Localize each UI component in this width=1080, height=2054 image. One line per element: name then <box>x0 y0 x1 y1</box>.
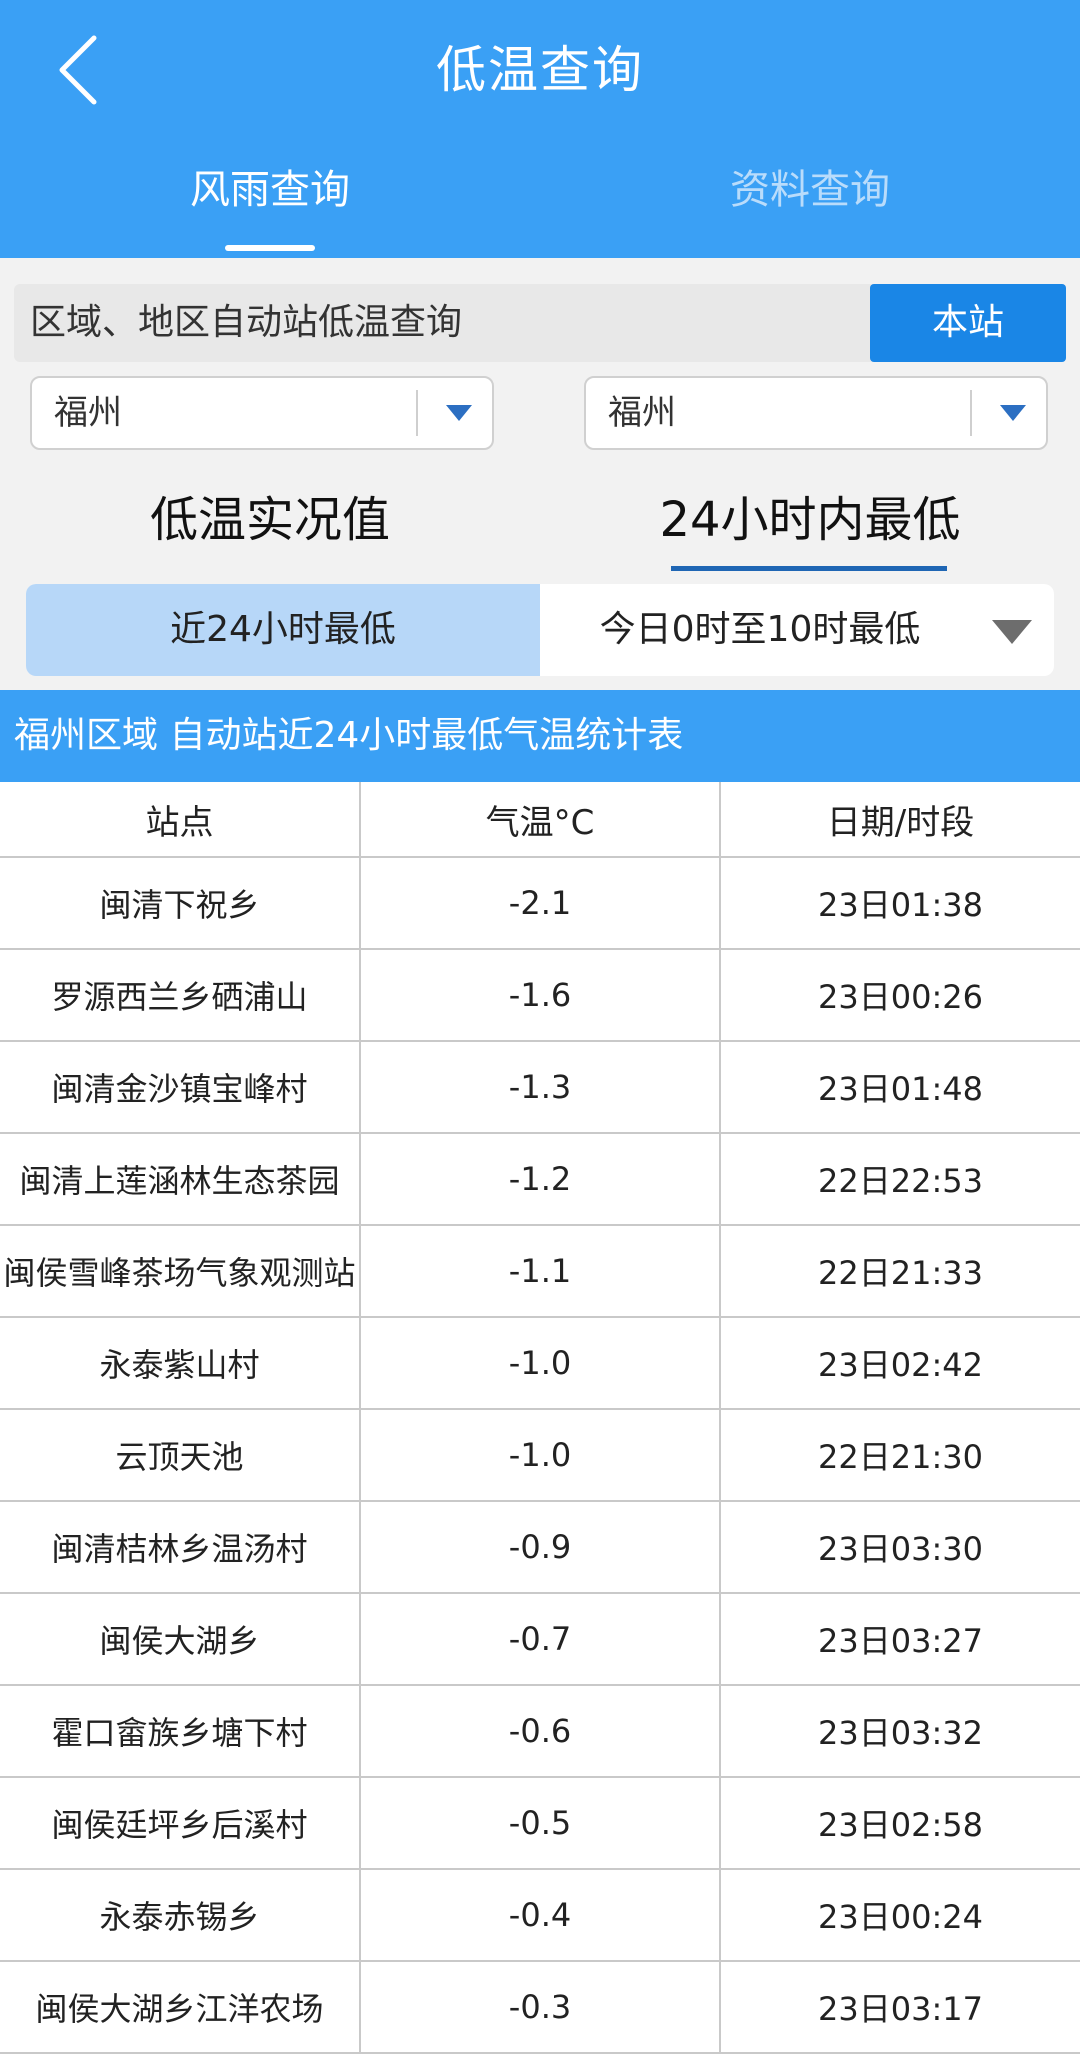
table-row[interactable]: 闽清下祝乡 -2.1 23日01:38 <box>0 858 1080 950</box>
temperature-cell: -0.4 <box>361 1870 721 1960</box>
datetime-cell: 23日03:27 <box>818 1622 983 1660</box>
select-divider <box>970 390 972 436</box>
table-row[interactable]: 霍口畲族乡塘下村 -0.6 23日03:32 <box>0 1686 1080 1778</box>
range-option-today[interactable]: 今日0时至10时最低 <box>540 584 980 676</box>
temperature-cell: -2.1 <box>361 858 721 948</box>
active-mode-indicator <box>671 566 947 571</box>
header-station: 站点 <box>0 782 361 856</box>
temperature-table: 站点 气温°C 日期/时段 闽清下祝乡 -2.1 23日01:38 罗源西兰乡硒浦山 -… <box>0 782 1080 2054</box>
app-header: 低温查询 风雨查询 资料查询 <box>0 0 1080 258</box>
station-cell: 云顶天池 <box>0 1410 361 1500</box>
station-cell: 闽侯大湖乡江洋农场 <box>0 1962 361 2052</box>
region-select-value: 福州 <box>54 393 122 433</box>
table-row[interactable]: 罗源西兰乡硒浦山 -1.6 23日00:26 <box>0 950 1080 1042</box>
datetime-cell: 23日00:24 <box>818 1898 983 1936</box>
table-row[interactable]: 云顶天池 -1.0 22日21:30 <box>0 1410 1080 1502</box>
mode-tab-24h-low[interactable]: 24小时内最低 <box>540 480 1080 560</box>
range-selector: 近24小时最低 今日0时至10时最低 <box>26 584 1054 676</box>
range-option-24h[interactable]: 近24小时最低 <box>26 584 540 676</box>
datetime-cell: 23日03:17 <box>818 1990 983 2028</box>
datetime-cell: 22日22:53 <box>818 1162 983 1200</box>
page-title: 低温查询 <box>436 41 644 99</box>
temperature-cell: -1.6 <box>361 950 721 1040</box>
station-cell: 霍口畲族乡塘下村 <box>0 1686 361 1776</box>
table-row[interactable]: 永泰赤锡乡 -0.4 23日00:24 <box>0 1870 1080 1962</box>
datetime-cell: 23日00:26 <box>818 978 983 1016</box>
temperature-cell: -1.3 <box>361 1042 721 1132</box>
area-select[interactable]: 福州 <box>584 376 1048 450</box>
station-cell: 永泰赤锡乡 <box>0 1870 361 1960</box>
tab-data-query[interactable]: 资料查询 <box>540 160 1080 220</box>
datetime-cell: 22日21:33 <box>818 1254 983 1292</box>
search-label: 区域、地区自动站低温查询 <box>30 302 463 343</box>
datetime-cell: 23日01:38 <box>818 886 983 924</box>
table-row[interactable]: 闽侯大湖乡 -0.7 23日03:27 <box>0 1594 1080 1686</box>
active-tab-indicator <box>225 245 315 251</box>
table-row[interactable]: 永泰紫山村 -1.0 23日02:42 <box>0 1318 1080 1410</box>
area-select-value: 福州 <box>608 393 676 433</box>
select-divider <box>416 390 418 436</box>
header-temperature: 气温°C <box>361 782 721 856</box>
datetime-cell: 23日02:42 <box>818 1346 983 1384</box>
temperature-cell: -1.0 <box>361 1318 721 1408</box>
datetime-cell: 23日01:48 <box>818 1070 983 1108</box>
station-cell: 闽清桔林乡温汤村 <box>0 1502 361 1592</box>
station-cell: 罗源西兰乡硒浦山 <box>0 950 361 1040</box>
station-cell: 闽侯廷坪乡后溪村 <box>0 1778 361 1868</box>
temperature-cell: -0.7 <box>361 1594 721 1684</box>
temperature-cell: -1.1 <box>361 1226 721 1316</box>
table-row[interactable]: 闽清桔林乡温汤村 -0.9 23日03:30 <box>0 1502 1080 1594</box>
mode-tab-live-low[interactable]: 低温实况值 <box>0 480 540 560</box>
table-row[interactable]: 闽侯大湖乡江洋农场 -0.3 23日03:17 <box>0 1962 1080 2054</box>
temperature-cell: -0.6 <box>361 1686 721 1776</box>
station-cell: 闽侯雪峰茶场气象观测站 <box>0 1226 361 1316</box>
temperature-cell: -0.3 <box>361 1962 721 2052</box>
caret-down-icon[interactable] <box>992 620 1032 644</box>
station-cell: 闽侯大湖乡 <box>0 1594 361 1684</box>
table-header-row: 站点 气温°C 日期/时段 <box>0 782 1080 858</box>
datetime-cell: 23日02:58 <box>818 1806 983 1844</box>
datetime-cell: 23日03:30 <box>818 1530 983 1568</box>
datetime-cell: 22日21:30 <box>818 1438 983 1476</box>
search-row: 区域、地区自动站低温查询 本站 <box>14 284 1066 362</box>
temperature-cell: -1.0 <box>361 1410 721 1500</box>
table-row[interactable]: 闽侯廷坪乡后溪村 -0.5 23日02:58 <box>0 1778 1080 1870</box>
temperature-cell: -0.9 <box>361 1502 721 1592</box>
temperature-cell: -0.5 <box>361 1778 721 1868</box>
header-datetime: 日期/时段 <box>826 802 975 843</box>
region-select[interactable]: 福州 <box>30 376 494 450</box>
this-station-button[interactable]: 本站 <box>870 284 1066 362</box>
station-cell: 闽清下祝乡 <box>0 858 361 948</box>
datetime-cell: 23日03:32 <box>818 1714 983 1752</box>
table-title: 福州区域 自动站近24小时最低气温统计表 <box>14 715 684 756</box>
table-title-bar: 福州区域 自动站近24小时最低气温统计表 <box>0 690 1080 782</box>
tab-wind-rain[interactable]: 风雨查询 <box>0 160 540 220</box>
table-row[interactable]: 闽侯雪峰茶场气象观测站 -1.1 22日21:33 <box>0 1226 1080 1318</box>
caret-down-icon[interactable] <box>446 405 472 421</box>
station-cell: 永泰紫山村 <box>0 1318 361 1408</box>
caret-down-icon[interactable] <box>1000 405 1026 421</box>
station-cell: 闽清上莲涵林生态茶园 <box>0 1134 361 1224</box>
table-row[interactable]: 闽清金沙镇宝峰村 -1.3 23日01:48 <box>0 1042 1080 1134</box>
table-row[interactable]: 闽清上莲涵林生态茶园 -1.2 22日22:53 <box>0 1134 1080 1226</box>
station-cell: 闽清金沙镇宝峰村 <box>0 1042 361 1132</box>
temperature-cell: -1.2 <box>361 1134 721 1224</box>
